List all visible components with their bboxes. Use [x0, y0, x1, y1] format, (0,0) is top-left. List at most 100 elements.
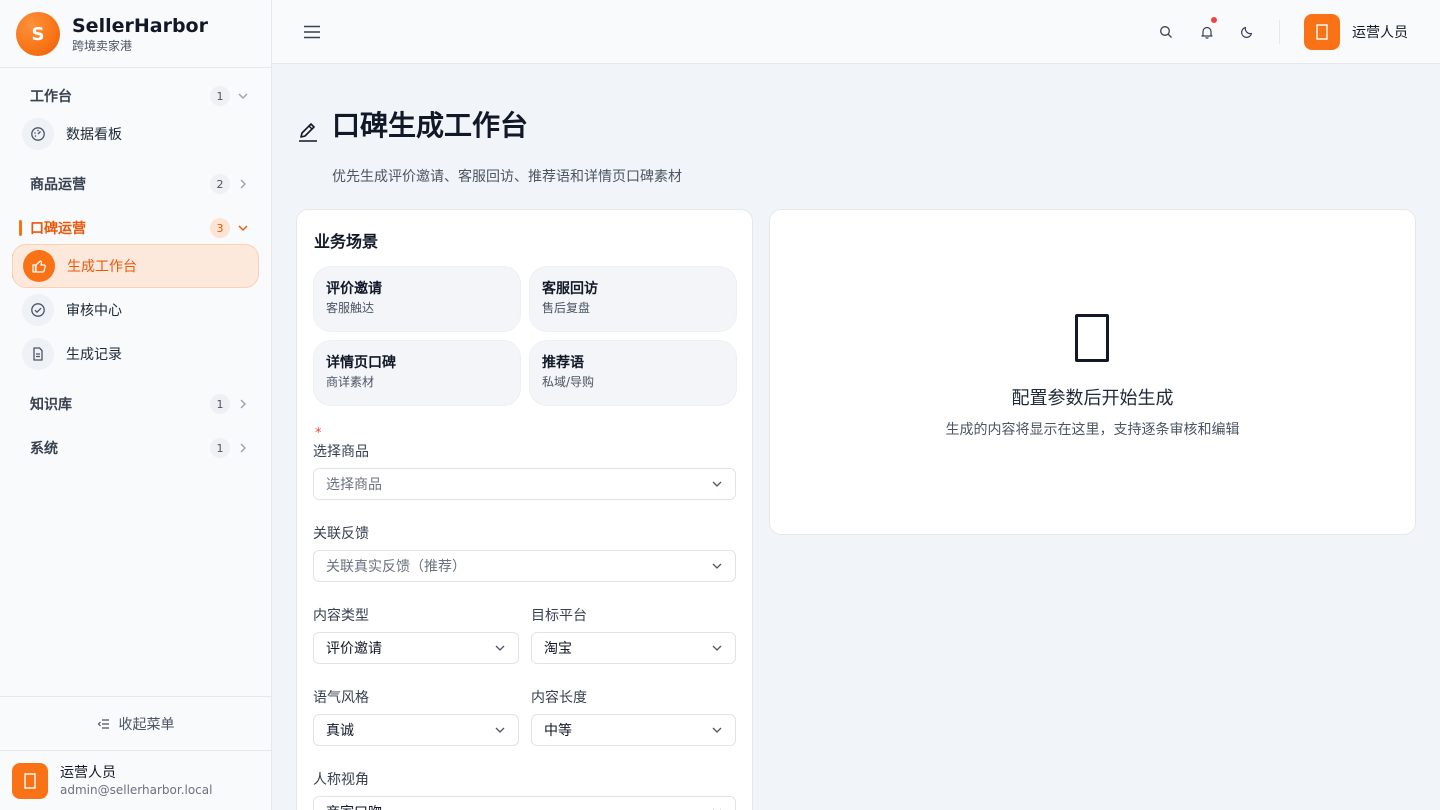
scene-service-followup[interactable]: 客服回访 售后复盘 — [529, 266, 737, 332]
sidebar-group-product-ops[interactable]: 商品运营 2 — [30, 172, 250, 196]
page-title: 口碑生成工作台 — [332, 109, 529, 142]
scene-title: 客服回访 — [542, 281, 598, 297]
chevron-down-icon — [712, 727, 722, 733]
brand-logo: S — [16, 12, 60, 56]
bell-icon[interactable] — [1197, 17, 1217, 42]
select-value: 评价邀请 — [326, 641, 382, 657]
chevron-down-icon — [713, 809, 721, 810]
chevron-down-icon — [495, 645, 505, 651]
sidebar-group-badge: 1 — [210, 394, 230, 414]
chevron-down-icon — [712, 563, 722, 569]
scene-detail-page[interactable]: 详情页口碑 商详素材 — [313, 340, 521, 406]
empty-state-subtitle: 生成的内容将显示在这里，支持逐条审核和编辑 — [945, 422, 1240, 438]
sidebar-item-dashboard[interactable]: 数据看板 — [12, 112, 259, 156]
empty-placeholder-icon — [1075, 314, 1109, 362]
sidebar-item-review-center[interactable]: 审核中心 — [12, 288, 259, 332]
scene-sub: 商详素材 — [326, 375, 375, 389]
header-user[interactable]: 运营人员 — [1304, 14, 1408, 50]
active-group-marker — [19, 220, 22, 236]
edit-pen-icon — [296, 120, 320, 144]
sidebar-group-workbench[interactable]: 工作台 1 — [30, 84, 250, 108]
length-select[interactable]: 中等 — [531, 714, 736, 746]
sidebar-group-label: 系统 — [30, 441, 58, 457]
scene-review-invite[interactable]: 评价邀请 客服触达 — [313, 266, 521, 332]
sidebar-item-label: 数据看板 — [66, 127, 122, 143]
thumbs-up-icon — [23, 250, 55, 282]
chevron-right-icon — [236, 441, 250, 455]
brand[interactable]: S SellerHarbor 跨境卖家港 — [16, 12, 208, 56]
hamburger-menu-icon[interactable] — [302, 22, 322, 42]
dashboard-icon — [22, 118, 54, 150]
chevron-down-icon — [236, 221, 250, 235]
sidebar-item-generate-workbench[interactable]: 生成工作台 — [12, 244, 259, 288]
sidebar-group-knowledge[interactable]: 知识库 1 — [30, 392, 250, 416]
chevron-down-icon — [712, 481, 722, 487]
required-mark: * — [315, 426, 322, 441]
document-icon — [22, 338, 54, 370]
check-circle-icon — [22, 294, 54, 326]
chevron-down-icon — [236, 89, 250, 103]
feedback-select[interactable]: 关联真实反馈（推荐） — [313, 550, 736, 582]
collapse-menu-button[interactable]: 收起菜单 — [0, 696, 271, 750]
generation-form-card: 业务场景 评价邀请 客服触达 客服回访 售后复盘 详情页口碑 商详素材 推荐语 … — [296, 209, 753, 810]
sidebar-user[interactable]: 运营人员 admin@sellerharbor.local — [0, 750, 271, 810]
moon-icon[interactable] — [1237, 22, 1257, 42]
platform-select[interactable]: 淘宝 — [531, 632, 736, 664]
avatar — [12, 762, 48, 799]
tone-select[interactable]: 真诚 — [313, 714, 519, 746]
sidebar-group-reputation-ops[interactable]: 口碑运营 3 — [30, 216, 250, 240]
header-divider — [1279, 20, 1280, 44]
brand-subtitle: 跨境卖家港 — [72, 39, 133, 53]
tone-label: 语气风格 — [313, 690, 369, 706]
user-name: 运营人员 — [60, 764, 116, 781]
sidebar-item-label: 生成工作台 — [67, 259, 137, 275]
perspective-label: 人称视角 — [313, 772, 369, 788]
notification-dot — [1211, 17, 1217, 23]
sidebar-group-system[interactable]: 系统 1 — [30, 436, 250, 460]
length-label: 内容长度 — [531, 690, 587, 706]
empty-state-title: 配置参数后开始生成 — [1011, 388, 1174, 409]
scene-title: 评价邀请 — [326, 281, 382, 297]
sidebar-group-label: 口碑运营 — [30, 221, 86, 237]
sidebar-group-label: 商品运营 — [30, 177, 86, 193]
select-placeholder: 关联真实反馈（推荐） — [326, 559, 466, 575]
select-value: 中等 — [544, 723, 572, 739]
scene-recommendation[interactable]: 推荐语 私域/导购 — [529, 340, 737, 406]
select-value: 淘宝 — [544, 641, 572, 657]
sidebar: S SellerHarbor 跨境卖家港 工作台 1 数据看板 商品运营 2 口… — [0, 0, 272, 810]
product-select[interactable]: 选择商品 — [313, 468, 736, 500]
avatar — [1304, 14, 1340, 50]
chevron-right-icon — [236, 177, 250, 191]
content-type-select[interactable]: 评价邀请 — [313, 632, 519, 664]
sidebar-group-label: 工作台 — [30, 89, 72, 105]
scene-title: 详情页口碑 — [326, 355, 396, 371]
user-email: admin@sellerharbor.local — [60, 782, 213, 797]
result-card: 配置参数后开始生成 生成的内容将显示在这里，支持逐条审核和编辑 — [769, 209, 1416, 535]
content-type-label: 内容类型 — [313, 608, 369, 624]
scene-sub: 客服触达 — [326, 301, 375, 315]
sidebar-item-label: 审核中心 — [66, 303, 122, 319]
header-user-name: 运营人员 — [1352, 25, 1408, 41]
sidebar-group-label: 知识库 — [30, 397, 72, 413]
chevron-down-icon — [495, 727, 505, 733]
sidebar-group-badge: 3 — [210, 218, 230, 238]
chevron-down-icon — [712, 645, 722, 651]
sidebar-group-badge: 1 — [210, 86, 230, 106]
collapse-menu-icon — [97, 718, 109, 729]
page-subtitle: 优先生成评价邀请、客服回访、推荐语和详情页口碑素材 — [332, 169, 682, 185]
feedback-label: 关联反馈 — [313, 526, 369, 542]
scene-sub: 售后复盘 — [542, 301, 591, 315]
sidebar-item-generate-records[interactable]: 生成记录 — [12, 332, 259, 376]
search-icon[interactable] — [1156, 22, 1176, 42]
collapse-menu-label: 收起菜单 — [118, 716, 175, 733]
platform-label: 目标平台 — [531, 608, 587, 624]
product-label: 选择商品 — [313, 444, 369, 460]
brand-divider — [0, 67, 271, 68]
brand-name: SellerHarbor — [72, 15, 208, 37]
scene-sub: 私域/导购 — [542, 375, 595, 389]
scene-title: 推荐语 — [542, 355, 584, 371]
perspective-select[interactable]: 商家口吻 — [313, 796, 736, 810]
select-placeholder: 选择商品 — [326, 477, 382, 493]
section-title: 业务场景 — [314, 232, 379, 251]
select-value: 商家口吻 — [326, 802, 382, 810]
